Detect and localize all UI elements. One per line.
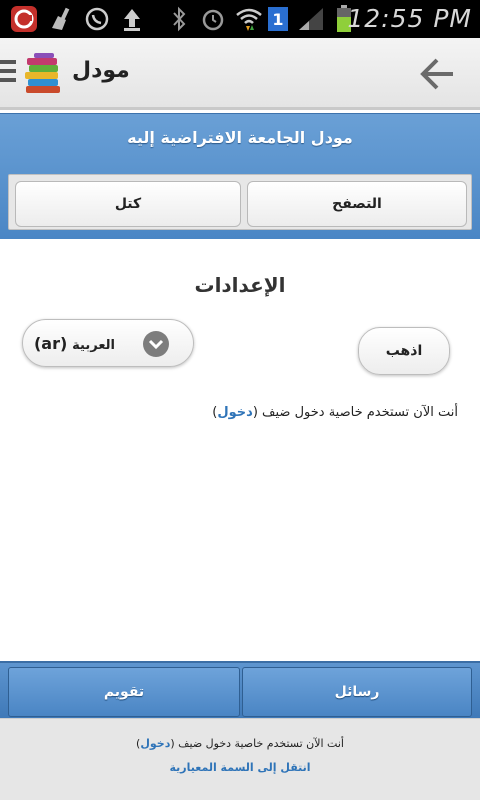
signal-icon	[296, 6, 326, 32]
language-select-value: العربية (ar)	[34, 334, 115, 353]
app-notification-icon	[8, 6, 40, 32]
language-code: (ar)	[33, 334, 68, 353]
bluetooth-icon	[168, 6, 190, 32]
header-nav-bar: كتل التصفح	[8, 174, 472, 230]
action-bar: مودل	[0, 38, 480, 110]
footer-guest-notice: أنت الآن تستخدم خاصية دخول ضيف (دخول)	[0, 737, 480, 750]
back-arrow-icon[interactable]	[414, 52, 460, 96]
cleaner-icon	[46, 6, 76, 32]
bottom-nav: تقويم رسائل	[0, 661, 480, 718]
alarm-icon	[198, 6, 228, 32]
page-title: الإعدادات	[194, 273, 286, 297]
language-select[interactable]: العربية (ar)	[22, 319, 194, 367]
footer: أنت الآن تستخدم خاصية دخول ضيف (دخول) ان…	[0, 718, 480, 800]
app-logo-books-icon[interactable]	[22, 52, 64, 96]
browse-button[interactable]: التصفح	[247, 181, 467, 227]
guest-notice-paren-open: (	[252, 405, 258, 420]
site-title: مودل الجامعة الافتراضية إليه	[127, 128, 353, 147]
go-button[interactable]: اذهب	[358, 327, 450, 375]
login-link[interactable]: دخول	[217, 405, 252, 420]
footer-theme-line: انتقل إلى السمة المعيارية	[0, 761, 480, 774]
guest-notice: أنت الآن تستخدم خاصية دخول ضيف (دخول)	[212, 405, 458, 420]
upload-icon	[118, 6, 146, 32]
footer-paren-open: (	[170, 737, 175, 750]
wifi-icon	[234, 6, 264, 32]
status-time: 12:55 PM	[347, 4, 472, 33]
main-content: الإعدادات العربية (ar) اذهب أنت الآن تست…	[0, 239, 480, 661]
whatsapp-icon	[82, 6, 112, 32]
calendar-button[interactable]: تقويم	[8, 667, 240, 717]
menu-icon[interactable]	[0, 60, 16, 86]
guest-notice-text: أنت الآن تستخدم خاصية دخول ضيف	[262, 405, 458, 420]
language-name: العربية	[72, 338, 115, 353]
footer-login-link[interactable]: دخول	[140, 737, 170, 750]
standard-theme-link[interactable]: انتقل إلى السمة المعيارية	[169, 761, 310, 774]
footer-guest-notice-text: أنت الآن تستخدم خاصية دخول ضيف	[178, 737, 344, 750]
app-title: مودل	[72, 58, 130, 83]
sim-1-icon: 1	[266, 6, 290, 32]
site-header: مودل الجامعة الافتراضية إليه كتل التصفح	[0, 113, 480, 239]
blocks-button[interactable]: كتل	[15, 181, 241, 227]
status-bar: 1 12:55 PM	[0, 0, 480, 38]
chevron-down-icon	[143, 331, 169, 357]
messages-button[interactable]: رسائل	[242, 667, 472, 717]
